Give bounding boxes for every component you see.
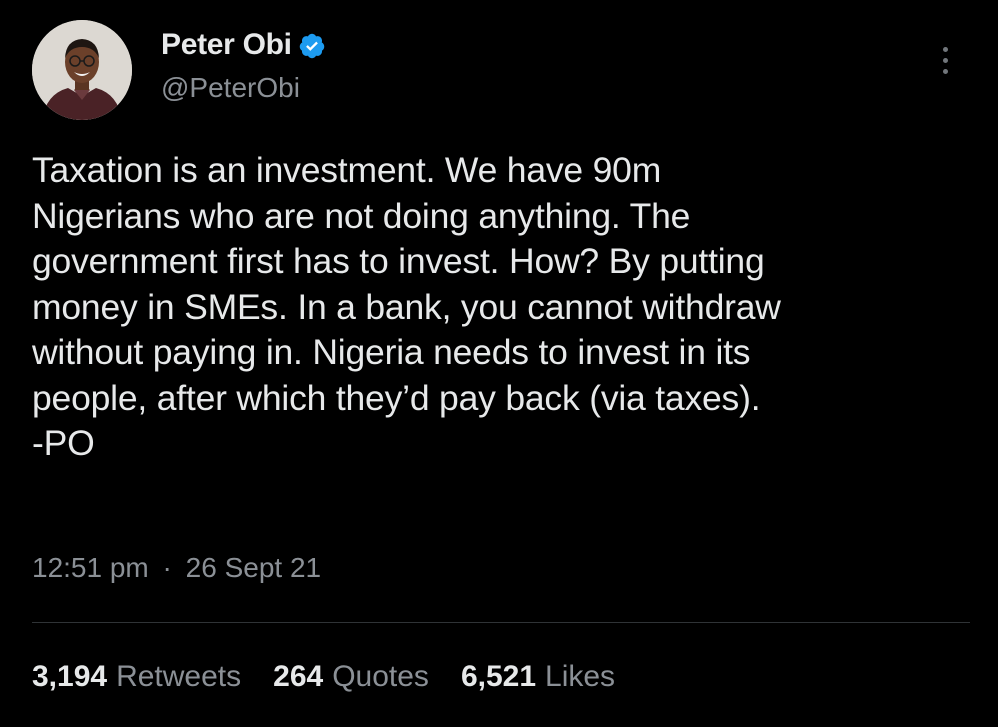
more-dot [942,68,948,74]
avatar[interactable] [32,20,132,120]
tweet-card: Peter Obi @PeterObi Taxation is an inves… [0,0,998,727]
more-options-icon[interactable] [930,40,960,80]
tweet-timestamp[interactable]: 12:51 pm · 26 Sept 21 [32,552,321,584]
tweet-date[interactable]: 26 Sept 21 [186,552,321,583]
retweets-count: 3,194 [32,660,108,693]
tweet-text-line: money in SMEs. In a bank, you cannot wit… [32,286,781,327]
avatar-image [32,20,132,120]
likes-label: Likes [545,660,616,693]
likes-count: 6,521 [460,660,537,693]
likes-stat[interactable]: 6,521 Likes [461,660,615,694]
author-display-name[interactable]: Peter Obi [161,28,292,62]
timestamp-separator: · [162,552,172,583]
quotes-stat[interactable]: 264 Quotes [273,660,429,694]
tweet-stats: 3,194 Retweets 264 Quotes 6,521 Likes [32,660,647,694]
tweet-text: Taxation is an investment. We have 90m N… [32,148,972,467]
more-dot [942,46,948,52]
retweets-stat[interactable]: 3,194 Retweets [32,660,241,694]
more-dot [942,57,948,63]
author-name-row[interactable]: Peter Obi [161,28,326,62]
tweet-text-line: Taxation is an investment. We have 90m [32,150,662,190]
author-handle[interactable]: @PeterObi [161,72,300,104]
quotes-label: Quotes [332,660,429,693]
tweet-text-line: without paying in. Nigeria needs to inve… [32,332,751,372]
tweet-time[interactable]: 12:51 pm [32,552,149,583]
tweet-text-line: people, after which they’d pay back (via… [32,377,761,418]
tweet-text-line: -PO [32,423,95,463]
quotes-count: 264 [273,660,324,693]
tweet-text-line: government first has to invest. How? By … [32,241,765,281]
divider [32,622,970,623]
verified-badge-icon [298,32,326,60]
tweet-text-line: Nigerians who are not doing anything. Th… [32,195,691,236]
retweets-label: Retweets [116,660,242,693]
